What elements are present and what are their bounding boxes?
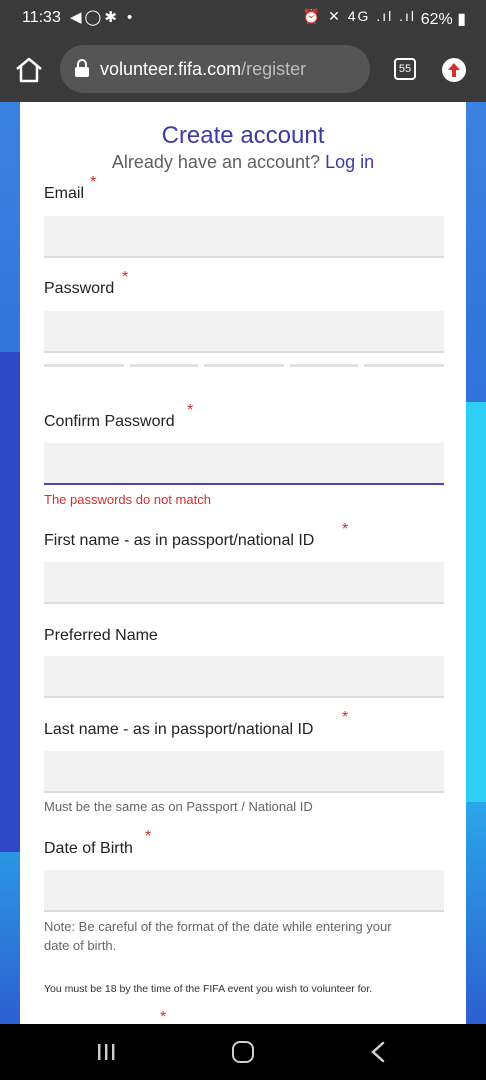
browser-toolbar: volunteer.fifa.com/register 55 [0, 36, 486, 102]
status-time: 11:33 [22, 9, 61, 26]
dob-hint-line-1: Note: Be careful of the format of the da… [44, 919, 392, 934]
dob-hint-line-2: date of birth. [44, 938, 117, 953]
battery-indicator: 62% ▮ [420, 11, 466, 28]
required-marker: * [160, 1009, 167, 1024]
email-label: Email [44, 185, 85, 202]
required-marker: * [90, 174, 97, 191]
required-marker: * [187, 402, 194, 419]
home-button-icon[interactable] [232, 1041, 254, 1063]
password-strength-segment [364, 364, 444, 367]
tabs-button[interactable]: 55 [394, 58, 416, 80]
password-strength-segment [204, 364, 284, 367]
login-prompt-text: Already have an account? [111, 152, 321, 172]
navigation-bar [0, 1024, 486, 1080]
required-marker: * [145, 828, 152, 845]
address-bar[interactable]: volunteer.fifa.com/register [60, 45, 370, 93]
preferred-name-label: Preferred Name [44, 627, 158, 644]
required-marker: * [342, 521, 349, 538]
email-field[interactable] [44, 216, 444, 258]
required-marker: * [342, 709, 349, 726]
last-name-field[interactable] [44, 751, 444, 793]
required-marker: * [122, 269, 129, 286]
age-requirement-note: You must be 18 by the time of the FIFA e… [44, 983, 373, 995]
login-link[interactable]: Log in [325, 152, 374, 172]
password-strength-segment [44, 364, 124, 367]
registration-form: Create account Already have an account? … [20, 102, 466, 1024]
status-bar: 11:33 ◀◯✱ • ⏰ ✕ 4G .ıl .ıl 62% ▮ [0, 0, 486, 36]
page-title: Create account [161, 122, 325, 149]
password-strength-segment [290, 364, 358, 367]
first-name-field[interactable] [44, 562, 444, 604]
password-error: The passwords do not match [44, 492, 211, 507]
last-name-hint: Must be the same as on Passport / Nation… [44, 799, 313, 814]
recent-apps-icon[interactable] [96, 1043, 116, 1061]
url-text: volunteer.fifa.com/register [100, 59, 306, 80]
login-prompt: Already have an account? Log in [20, 152, 466, 173]
first-name-label: First name - as in passport/national ID [44, 532, 315, 549]
notification-icons: ◀◯✱ • [70, 9, 136, 26]
lock-icon [74, 59, 90, 77]
dob-label: Date of Birth [44, 840, 133, 857]
password-label: Password [44, 280, 115, 297]
password-field[interactable] [44, 311, 444, 353]
confirm-password-field[interactable] [44, 443, 444, 485]
last-name-label: Last name - as in passport/national ID [44, 721, 314, 738]
signal-icons: ⏰ ✕ 4G .ıl .ıl [302, 8, 416, 24]
back-icon[interactable] [370, 1041, 386, 1063]
date-of-birth-field[interactable] [44, 870, 444, 912]
confirm-password-label: Confirm Password [44, 413, 175, 430]
update-icon[interactable] [442, 58, 466, 82]
url-domain: volunteer.fifa.com [100, 59, 242, 79]
url-path: /register [241, 59, 307, 79]
home-icon[interactable] [14, 56, 44, 84]
password-strength-segment [130, 364, 198, 367]
preferred-name-field[interactable] [44, 656, 444, 698]
